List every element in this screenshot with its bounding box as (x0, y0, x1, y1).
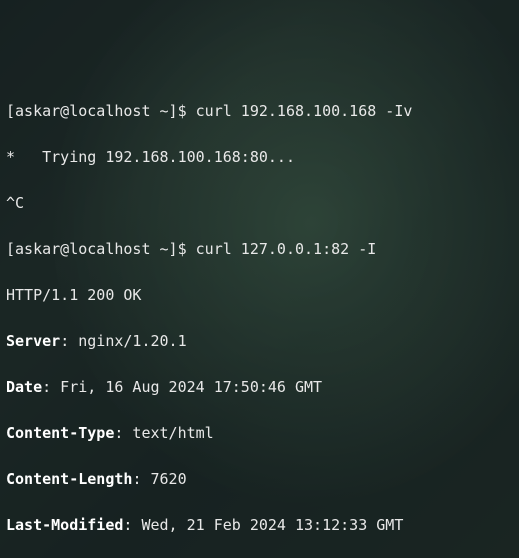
interrupt-line: ^C (6, 192, 513, 215)
shell-prompt: [askar@localhost ~]$ (6, 240, 196, 258)
http-header-date: Date: Fri, 16 Aug 2024 17:50:46 GMT (6, 376, 513, 399)
header-name: Date (6, 378, 42, 396)
http-header-content-type: Content-Type: text/html (6, 422, 513, 445)
http-status-line: HTTP/1.1 200 OK (6, 284, 513, 307)
command-line-1[interactable]: [askar@localhost ~]$ curl 192.168.100.16… (6, 100, 513, 123)
header-value: : 7620 (132, 470, 186, 488)
header-value: : Fri, 16 Aug 2024 17:50:46 GMT (42, 378, 322, 396)
header-value: : text/html (114, 424, 213, 442)
http-header-last-modified: Last-Modified: Wed, 21 Feb 2024 13:12:33… (6, 514, 513, 537)
command-line-2[interactable]: [askar@localhost ~]$ curl 127.0.0.1:82 -… (6, 238, 513, 261)
header-name: Content-Type (6, 424, 114, 442)
header-value: : nginx/1.20.1 (60, 332, 186, 350)
http-header-content-length: Content-Length: 7620 (6, 468, 513, 491)
header-value: : Wed, 21 Feb 2024 13:12:33 GMT (123, 516, 403, 534)
header-name: Last-Modified (6, 516, 123, 534)
header-name: Server (6, 332, 60, 350)
curl-verbose-line: * Trying 192.168.100.168:80... (6, 146, 513, 169)
http-header-server: Server: nginx/1.20.1 (6, 330, 513, 353)
header-name: Content-Length (6, 470, 132, 488)
command-text: curl 127.0.0.1:82 -I (196, 240, 377, 258)
shell-prompt: [askar@localhost ~]$ (6, 102, 196, 120)
command-text: curl 192.168.100.168 -Iv (196, 102, 413, 120)
